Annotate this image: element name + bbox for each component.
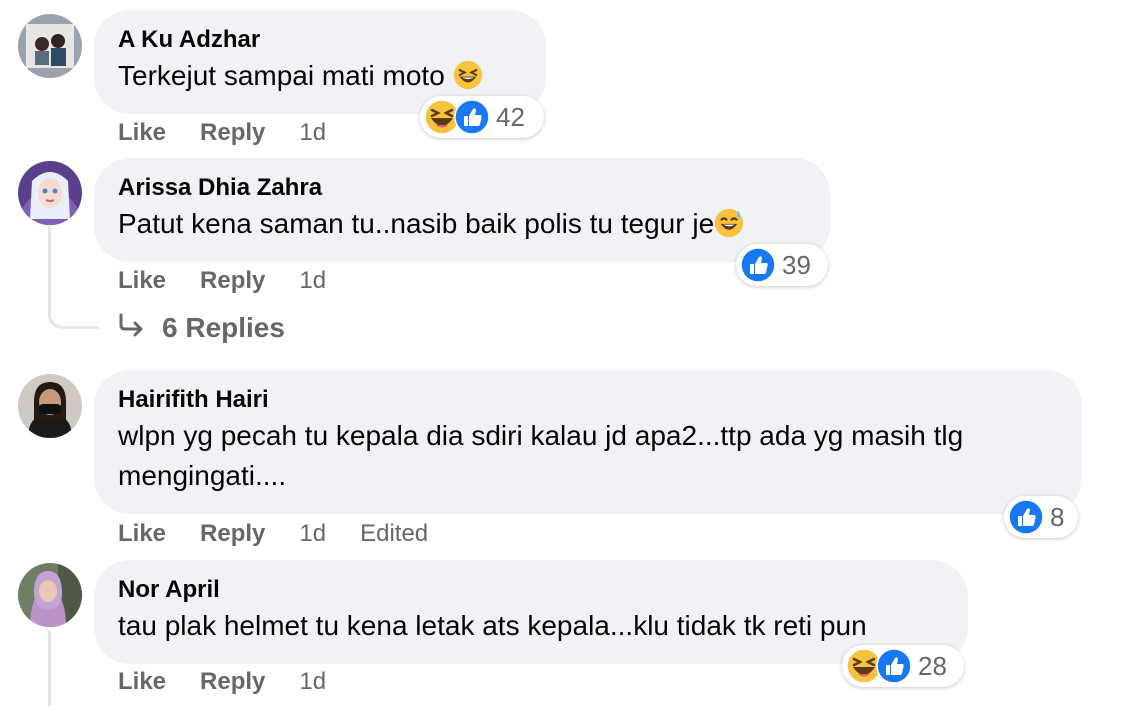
reply-button[interactable]: Reply bbox=[200, 520, 265, 548]
comment-author[interactable]: Arissa Dhia Zahra bbox=[118, 172, 806, 204]
reaction-count: 42 bbox=[496, 101, 525, 132]
edited-label[interactable]: Edited bbox=[360, 520, 428, 548]
comment-author[interactable]: Hairifith Hairi bbox=[118, 384, 1058, 416]
like-reaction-icon bbox=[876, 648, 912, 684]
like-reaction-icon bbox=[1008, 499, 1044, 535]
comment-actions: Like Reply 1d bbox=[118, 666, 360, 698]
reaction-summary[interactable]: 28 bbox=[842, 645, 964, 687]
comment-text: Terkejut sampai mati moto bbox=[118, 56, 522, 96]
reply-arrow-icon bbox=[118, 312, 146, 344]
timestamp[interactable]: 1d bbox=[299, 119, 326, 147]
avatar[interactable] bbox=[18, 14, 82, 78]
comment-author[interactable]: Nor April bbox=[118, 574, 944, 606]
view-replies-link[interactable]: 6 Replies bbox=[118, 312, 285, 344]
comment-actions: Like Reply 1d bbox=[118, 265, 360, 297]
like-reaction-icon bbox=[454, 99, 490, 135]
comment-text-line: wlpn yg pecah tu kepala dia sdiri kalau … bbox=[118, 420, 964, 451]
grinning-squinting-emoji-icon bbox=[453, 60, 483, 90]
like-button[interactable]: Like bbox=[118, 520, 166, 548]
avatar[interactable] bbox=[18, 161, 82, 225]
grinning-sweat-emoji-icon bbox=[714, 208, 744, 238]
comment-text-line: mengingati.... bbox=[118, 460, 287, 491]
comment-actions: Like Reply 1d bbox=[118, 117, 360, 149]
reaction-count: 28 bbox=[918, 650, 947, 681]
comment-bubble: Nor April tau plak helmet tu kena letak … bbox=[94, 560, 968, 664]
reaction-count: 8 bbox=[1050, 501, 1065, 532]
like-button[interactable]: Like bbox=[118, 267, 166, 295]
comment-text: Patut kena saman tu..nasib baik polis tu… bbox=[118, 204, 806, 244]
timestamp[interactable]: 1d bbox=[299, 267, 326, 295]
reply-button[interactable]: Reply bbox=[200, 119, 265, 147]
reply-button[interactable]: Reply bbox=[200, 668, 265, 696]
reply-button[interactable]: Reply bbox=[200, 267, 265, 295]
like-button[interactable]: Like bbox=[118, 119, 166, 147]
timestamp[interactable]: 1d bbox=[299, 520, 326, 548]
comment-bubble: Arissa Dhia Zahra Patut kena saman tu..n… bbox=[94, 158, 830, 262]
replies-count-label[interactable]: 6 Replies bbox=[162, 312, 285, 344]
reaction-summary[interactable]: 39 bbox=[736, 244, 828, 286]
reaction-summary[interactable]: 42 bbox=[420, 96, 544, 138]
avatar[interactable] bbox=[18, 563, 82, 627]
comment-text: tau plak helmet tu kena letak ats kepala… bbox=[118, 610, 867, 641]
reaction-summary[interactable]: 8 bbox=[1004, 496, 1078, 538]
comment-bubble: Hairifith Hairi wlpn yg pecah tu kepala … bbox=[94, 370, 1082, 514]
thread-connector bbox=[48, 226, 99, 329]
comment-author[interactable]: A Ku Adzhar bbox=[118, 24, 522, 56]
like-reaction-icon bbox=[740, 247, 776, 283]
like-button[interactable]: Like bbox=[118, 668, 166, 696]
thread-connector bbox=[48, 630, 51, 706]
avatar[interactable] bbox=[18, 374, 82, 438]
timestamp[interactable]: 1d bbox=[299, 668, 326, 696]
comment-actions: Like Reply 1d Edited bbox=[118, 518, 462, 550]
reaction-count: 39 bbox=[782, 249, 811, 280]
